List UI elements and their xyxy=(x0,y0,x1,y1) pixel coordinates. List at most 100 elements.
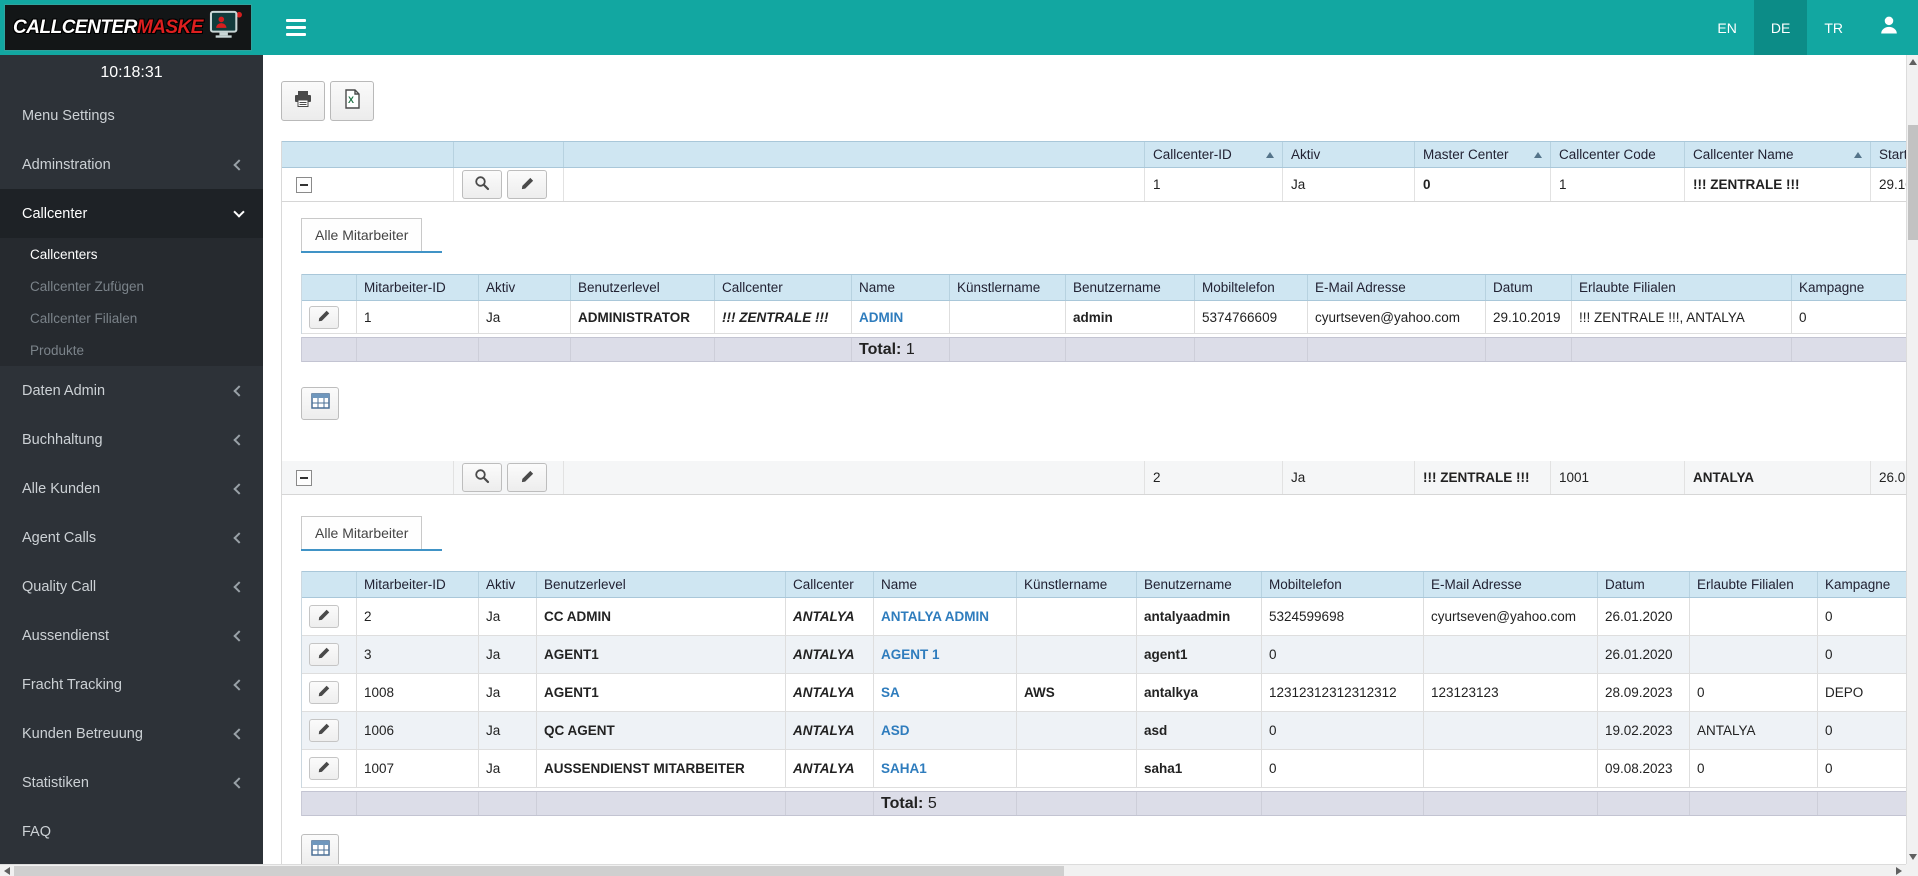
column-header-benutzername[interactable]: Benutzername xyxy=(1066,275,1195,300)
employee-name-link[interactable]: SA xyxy=(881,685,900,700)
column-header-benutzername[interactable]: Benutzername xyxy=(1137,572,1262,597)
cell-callcenter: ANTALYA xyxy=(786,750,874,787)
column-header-name[interactable]: Name xyxy=(852,275,950,300)
scroll-right-arrow[interactable] xyxy=(1892,865,1906,876)
user-menu-button[interactable] xyxy=(1860,0,1918,55)
tab-alle-mitarbeiter[interactable]: Alle Mitarbeiter xyxy=(301,218,423,251)
edit-employee-button[interactable] xyxy=(309,757,339,780)
column-header-aktiv[interactable]: Aktiv xyxy=(479,572,537,597)
column-label: Start Datum xyxy=(1879,147,1906,162)
sidebar-item-label: Daten Admin xyxy=(22,382,106,399)
column-header-erlaubte-filialen[interactable]: Erlaubte Filialen xyxy=(1572,275,1792,300)
column-header-callcenter-code[interactable]: Callcenter Code xyxy=(1551,142,1685,167)
cell-kuenstlername xyxy=(1017,636,1137,673)
column-header-benutzerlevel[interactable]: Benutzerlevel xyxy=(571,275,715,300)
language-de-button[interactable]: DE xyxy=(1753,0,1808,55)
sidebar-item-agent-calls[interactable]: Agent Calls xyxy=(0,513,263,562)
column-header-email[interactable]: E-Mail Adresse xyxy=(1308,275,1486,300)
edit-employee-button[interactable] xyxy=(309,305,339,329)
language-en-button[interactable]: EN xyxy=(1700,0,1753,55)
sidebar-item-label: Menu Settings xyxy=(22,107,115,124)
sidebar-item-statistiken[interactable]: Statistiken xyxy=(0,758,263,807)
edit-button[interactable] xyxy=(507,170,547,199)
cell-callcenter: ANTALYA xyxy=(786,598,874,635)
sidebar-item-callcenter-filialen[interactable]: Callcenter Filialen xyxy=(0,302,263,334)
employee-name-link[interactable]: ANTALYA ADMIN xyxy=(881,609,989,624)
sidebar-item-faq[interactable]: FAQ xyxy=(0,807,263,856)
edit-employee-button[interactable] xyxy=(309,643,339,666)
sidebar-item-produkte[interactable]: Produkte xyxy=(0,334,263,366)
sidebar-item-alle-kunden[interactable]: Alle Kunden xyxy=(0,464,263,513)
column-header-callcenter-name[interactable]: Callcenter Name xyxy=(1685,142,1871,167)
sidebar-item-menu-settings[interactable]: Menu Settings xyxy=(0,91,263,140)
column-header-kuenstlername[interactable]: Künstlername xyxy=(1017,572,1137,597)
column-header-callcenter[interactable]: Callcenter xyxy=(786,572,874,597)
employee-name-link[interactable]: AGENT 1 xyxy=(881,647,940,662)
grid-settings-button[interactable] xyxy=(301,387,339,420)
collapse-row-button[interactable] xyxy=(296,469,312,486)
employee-name-link[interactable]: SAHA1 xyxy=(881,761,927,776)
column-header-mobiltelefon[interactable]: Mobiltelefon xyxy=(1262,572,1424,597)
sidebar-item-label: Statistiken xyxy=(22,774,89,791)
column-header-erlaubte-filialen[interactable]: Erlaubte Filialen xyxy=(1690,572,1818,597)
sidebar-item-kunden-betreuung[interactable]: Kunden Betreuung xyxy=(0,709,263,758)
horizontal-scrollbar-thumb[interactable] xyxy=(14,866,1064,876)
column-header-callcenter-id[interactable]: Callcenter-ID xyxy=(1145,142,1283,167)
search-button[interactable] xyxy=(462,170,502,199)
column-header-kampagne[interactable]: Kampagne xyxy=(1818,572,1906,597)
column-header-mitarbeiter-id[interactable]: Mitarbeiter-ID xyxy=(357,275,479,300)
app-logo[interactable]: CallcenterMaske xyxy=(4,4,252,51)
sidebar-item-buchhaltung[interactable]: Buchhaltung xyxy=(0,415,263,464)
column-header-datum[interactable]: Datum xyxy=(1598,572,1690,597)
column-header-kuenstlername[interactable]: Künstlername xyxy=(950,275,1066,300)
column-header-email[interactable]: E-Mail Adresse xyxy=(1424,572,1598,597)
scroll-down-arrow[interactable] xyxy=(1907,850,1918,864)
cell-erlaubte-filialen xyxy=(1690,598,1818,635)
total-label: Total: xyxy=(859,340,902,358)
cell-mobiltelefon: 5374766609 xyxy=(1195,301,1308,333)
employee-name-link[interactable]: ADMIN xyxy=(859,310,903,325)
edit-button[interactable] xyxy=(507,463,547,492)
search-button[interactable] xyxy=(462,463,502,492)
column-header-kampagne[interactable]: Kampagne xyxy=(1792,275,1906,300)
callcenter-row[interactable]: 1 Ja 0 1 !!! ZENTRALE !!! 29.10.2019 xyxy=(282,168,1906,202)
sidebar-item-fracht-tracking[interactable]: Fracht Tracking xyxy=(0,660,263,709)
excel-export-button[interactable]: X xyxy=(330,81,374,121)
column-header-aktiv[interactable]: Aktiv xyxy=(1283,142,1415,167)
column-header-mobiltelefon[interactable]: Mobiltelefon xyxy=(1195,275,1308,300)
callcenter-row[interactable]: 2 Ja !!! ZENTRALE !!! 1001 ANTALYA 26.01… xyxy=(282,461,1906,495)
edit-employee-button[interactable] xyxy=(309,605,339,628)
cell-aktiv: Ja xyxy=(479,301,571,333)
scroll-left-arrow[interactable] xyxy=(0,865,14,876)
print-button[interactable] xyxy=(281,81,325,121)
hamburger-menu-icon[interactable] xyxy=(286,15,306,40)
tab-alle-mitarbeiter[interactable]: Alle Mitarbeiter xyxy=(301,516,423,549)
employees-table-header: Mitarbeiter-ID Aktiv Benutzerlevel Callc… xyxy=(302,274,1906,301)
sidebar-item-aussendienst[interactable]: Aussendienst xyxy=(0,611,263,660)
grid-settings-button[interactable] xyxy=(301,834,339,864)
language-tr-button[interactable]: TR xyxy=(1807,0,1860,55)
employee-row: 2 Ja CC ADMIN ANTALYA ANTALYA ADMIN anta… xyxy=(302,598,1906,636)
column-header-aktiv[interactable]: Aktiv xyxy=(479,275,571,300)
sidebar-item-adminstration[interactable]: Adminstration xyxy=(0,140,263,189)
column-header-start-datum[interactable]: Start Datum xyxy=(1871,142,1906,167)
edit-employee-button[interactable] xyxy=(309,681,339,704)
sidebar-item-callcenter-zufuegen[interactable]: Callcenter Zufügen xyxy=(0,270,263,302)
sidebar-item-callcenter[interactable]: Callcenter xyxy=(0,189,263,238)
employee-name-link[interactable]: ASD xyxy=(881,723,910,738)
column-header-benutzerlevel[interactable]: Benutzerlevel xyxy=(537,572,786,597)
sidebar-item-callcenters[interactable]: Callcenters xyxy=(0,238,263,270)
column-header-master-center[interactable]: Master Center xyxy=(1415,142,1551,167)
sidebar-item-daten-admin[interactable]: Daten Admin xyxy=(0,366,263,415)
cell-benutzerlevel: CC ADMIN xyxy=(537,598,786,635)
scroll-up-arrow[interactable] xyxy=(1907,55,1918,69)
column-header-callcenter[interactable]: Callcenter xyxy=(715,275,852,300)
column-header-name[interactable]: Name xyxy=(874,572,1017,597)
column-header-mitarbeiter-id[interactable]: Mitarbeiter-ID xyxy=(357,572,479,597)
edit-employee-button[interactable] xyxy=(309,719,339,742)
collapse-row-button[interactable] xyxy=(296,176,312,193)
vertical-scrollbar-thumb[interactable] xyxy=(1908,125,1918,240)
column-header-datum[interactable]: Datum xyxy=(1486,275,1572,300)
sidebar-item-quality-call[interactable]: Quality Call xyxy=(0,562,263,611)
cell-master-center: 0 xyxy=(1415,168,1551,201)
